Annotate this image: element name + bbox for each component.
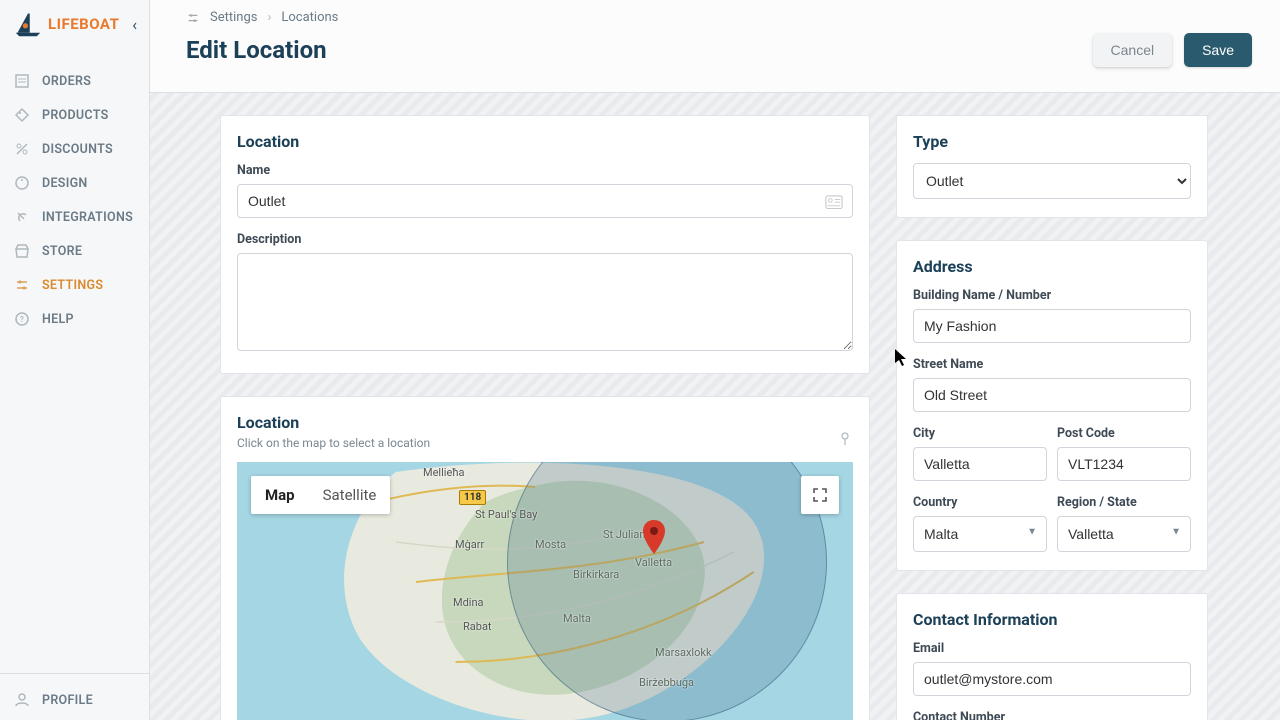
profile-icon [14, 692, 30, 708]
chevron-down-icon: ▼ [1027, 526, 1037, 537]
sidebar-item-label: DISCOUNTS [42, 142, 113, 157]
label-country: Country [913, 495, 1047, 510]
breadcrumb-settings[interactable]: Settings [210, 10, 257, 25]
svg-text:?: ? [20, 315, 24, 324]
card-title-map: Location [237, 413, 430, 432]
place-mgarr: Mġarr [455, 538, 484, 551]
map-hint: Click on the map to select a location [237, 436, 430, 450]
pin-outline-icon [837, 430, 853, 446]
map-marker-icon[interactable] [643, 520, 665, 554]
description-textarea[interactable] [237, 253, 853, 351]
card-type: Type Outlet [896, 115, 1208, 218]
label-building: Building Name / Number [913, 288, 1191, 303]
breadcrumb-settings-icon [186, 11, 200, 25]
name-card-icon [825, 194, 843, 208]
sidebar-item-label: DESIGN [42, 176, 88, 191]
sidebar-item-store[interactable]: STORE [0, 234, 149, 268]
label-phone: Contact Number [913, 710, 1191, 720]
sidebar-item-label: ORDERS [42, 74, 91, 89]
card-title-type: Type [913, 132, 1191, 151]
sidebar-item-settings[interactable]: SETTINGS [0, 268, 149, 302]
map-fullscreen-button[interactable] [801, 476, 839, 514]
settings-icon [14, 277, 30, 293]
chevron-down-icon: ▼ [1171, 526, 1181, 537]
sidebar-collapse-icon[interactable]: ‹ [132, 15, 137, 34]
sidebar-item-label: STORE [42, 244, 82, 259]
type-select[interactable]: Outlet [913, 163, 1191, 199]
postcode-input[interactable] [1057, 447, 1191, 481]
place-valletta: Valletta [635, 556, 672, 569]
place-rabat: Rabat [463, 620, 492, 633]
label-street: Street Name [913, 357, 1191, 372]
map-canvas[interactable]: 118 Mellieħa St Paul's Bay Mġarr Mosta S… [237, 462, 853, 720]
breadcrumb-locations[interactable]: Locations [281, 10, 338, 25]
breadcrumb: Settings › Locations [186, 10, 1252, 25]
card-title-address: Address [913, 257, 1191, 276]
sidebar-nav: ORDERS PRODUCTS DISCOUNTS DESIGN INTEGRA… [0, 64, 149, 673]
sidebar-item-integrations[interactable]: INTEGRATIONS [0, 200, 149, 234]
card-location: Location Name Description [220, 115, 870, 374]
building-input[interactable] [913, 309, 1191, 343]
sidebar-item-label: PRODUCTS [42, 108, 109, 123]
place-stpauls: St Paul's Bay [475, 508, 537, 521]
sidebar: LIFEBOAT ‹ ORDERS PRODUCTS DISCOUNTS DES… [0, 0, 150, 720]
sidebar-item-help[interactable]: ? HELP [0, 302, 149, 336]
header: Settings › Locations Edit Location Cance… [150, 0, 1280, 93]
discounts-icon [14, 141, 30, 157]
place-birkirkara: Birkirkara [573, 568, 619, 581]
sidebar-item-label: PROFILE [42, 693, 93, 708]
save-button[interactable]: Save [1184, 33, 1252, 67]
brand-name: LIFEBOAT [48, 15, 119, 33]
cancel-button[interactable]: Cancel [1093, 33, 1173, 67]
integrations-icon [14, 209, 30, 225]
sidebar-footer: PROFILE [0, 673, 149, 720]
chevron-right-icon: › [267, 10, 271, 25]
card-map: Location Click on the map to select a lo… [220, 396, 870, 720]
place-mdina: Mdina [453, 596, 484, 609]
place-mosta: Mosta [535, 538, 566, 551]
map-type-satellite[interactable]: Satellite [309, 476, 391, 514]
sidebar-item-label: HELP [42, 312, 74, 327]
place-mellieha: Mellieħa [423, 466, 465, 479]
label-region: Region / State [1057, 495, 1191, 510]
design-icon [14, 175, 30, 191]
logo-row: LIFEBOAT ‹ [0, 0, 149, 46]
card-contact: Contact Information Email Contact Number [896, 593, 1208, 720]
sidebar-item-design[interactable]: DESIGN [0, 166, 149, 200]
sidebar-item-discounts[interactable]: DISCOUNTS [0, 132, 149, 166]
place-malta: Malta [563, 612, 591, 625]
products-icon [14, 107, 30, 123]
help-icon: ? [14, 311, 30, 327]
content: Location Name Description Location Click… [150, 93, 1280, 720]
header-actions: Cancel Save [1093, 33, 1252, 67]
name-input[interactable] [237, 184, 853, 218]
orders-icon [14, 73, 30, 89]
card-title-location: Location [237, 132, 853, 151]
label-name: Name [237, 163, 853, 178]
label-city: City [913, 426, 1047, 441]
sidebar-item-label: INTEGRATIONS [42, 210, 133, 225]
map-type-toggle: Map Satellite [251, 476, 390, 514]
map-type-map[interactable]: Map [251, 476, 309, 514]
sidebar-item-profile[interactable]: PROFILE [14, 684, 135, 716]
label-email: Email [913, 641, 1191, 656]
place-birzebbuga: Birżebbuġa [639, 676, 694, 689]
store-icon [14, 243, 30, 259]
cursor-icon [895, 349, 907, 367]
road-badge-118: 118 [459, 490, 486, 505]
sidebar-item-label: SETTINGS [42, 278, 103, 293]
brand-logo-icon [14, 10, 42, 38]
card-title-contact: Contact Information [913, 610, 1191, 629]
sidebar-item-orders[interactable]: ORDERS [0, 64, 149, 98]
sidebar-item-products[interactable]: PRODUCTS [0, 98, 149, 132]
label-postcode: Post Code [1057, 426, 1191, 441]
card-address: Address Building Name / Number Street Na… [896, 240, 1208, 571]
page-title: Edit Location [186, 36, 327, 64]
label-description: Description [237, 232, 853, 247]
city-input[interactable] [913, 447, 1047, 481]
place-marsaxlokk: Marsaxlokk [655, 646, 712, 659]
email-input[interactable] [913, 662, 1191, 696]
street-input[interactable] [913, 378, 1191, 412]
